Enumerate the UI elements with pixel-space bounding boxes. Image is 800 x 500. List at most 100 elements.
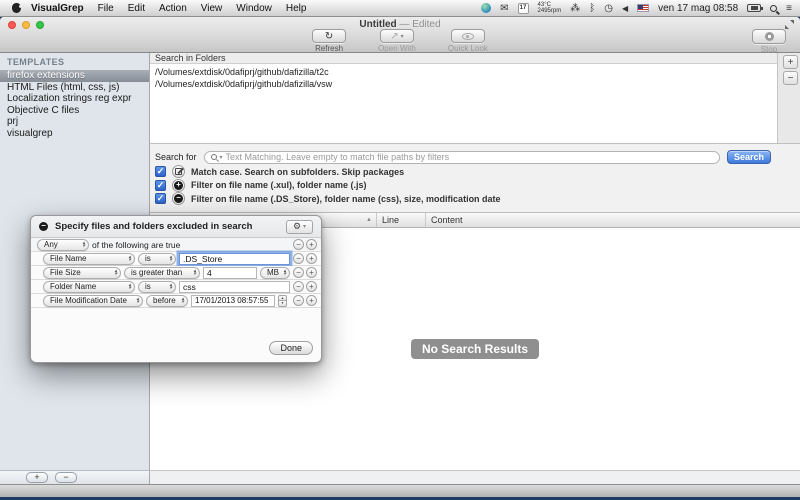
add-rule-button[interactable]: + xyxy=(306,253,317,264)
sort-ascending-icon: ▲ xyxy=(366,217,372,223)
horizontal-scroll-track[interactable] xyxy=(150,470,800,484)
exclude-filter-button[interactable]: − xyxy=(172,192,185,206)
edit-options-button[interactable] xyxy=(172,165,185,179)
remove-folder-button[interactable]: − xyxy=(783,71,798,85)
refresh-button[interactable]: ↻ Refresh xyxy=(312,29,347,53)
search-menu-caret-icon[interactable]: ▾ xyxy=(220,154,223,161)
popup-arrows-icon: ▴ ▾ xyxy=(128,281,131,291)
operator-popup[interactable]: is ▴ ▾ xyxy=(138,280,176,293)
rule-row-folder-name: Folder Name ▴▾ is ▴▾ − + xyxy=(31,280,321,294)
folder-path-row[interactable]: /Volumes/extdisk/0dafiprj/github/dafizil… xyxy=(150,78,777,90)
add-rule-button[interactable]: + xyxy=(306,281,317,292)
add-rule-button[interactable]: + xyxy=(306,267,317,278)
include-filter-button[interactable]: + xyxy=(172,178,185,192)
quick-look-button[interactable]: Quick Look xyxy=(448,29,488,53)
remove-rule-button[interactable]: − xyxy=(293,239,304,250)
menu-bar: VisualGrep File Edit Action View Window … xyxy=(0,0,800,17)
field-popup[interactable]: Folder Name ▴ ▾ xyxy=(43,280,135,293)
menu-window[interactable]: Window xyxy=(236,3,272,14)
gear-menu-button[interactable]: ⚙ ▾ xyxy=(286,219,313,234)
remove-rule-button[interactable]: − xyxy=(293,295,304,306)
popup-arrows-icon: ▴ ▾ xyxy=(169,281,172,291)
field-popup-value: File Name xyxy=(50,254,87,263)
search-input[interactable] xyxy=(225,152,713,162)
popup-arrows-icon: ▴ ▾ xyxy=(169,253,172,263)
title-bar[interactable]: Untitled — Edited ↻ Refresh ↗ ▾ Open Wit… xyxy=(0,17,800,54)
remove-template-button[interactable]: − xyxy=(55,472,77,483)
add-rule-button[interactable]: + xyxy=(306,239,317,250)
menu-action[interactable]: Action xyxy=(159,3,187,14)
chevron-down-icon: ▾ xyxy=(303,224,307,230)
folders-list[interactable]: /Volumes/extdisk/0dafiprj/github/dafizil… xyxy=(150,64,778,143)
operator-popup[interactable]: is greater than ▴ ▾ xyxy=(124,266,200,279)
sidebar-item-firefox-extensions[interactable]: firefox extensions xyxy=(0,70,149,82)
operator-popup[interactable]: is ▴ ▾ xyxy=(138,252,176,265)
bluetooth-icon[interactable]: ᛒ xyxy=(589,3,595,14)
add-folder-button[interactable]: + xyxy=(783,55,798,69)
remove-rule-button[interactable]: − xyxy=(293,281,304,292)
paw-status-icon[interactable]: ⁂ xyxy=(570,3,580,14)
folder-name-value-input[interactable] xyxy=(179,280,290,293)
plus-circle-icon: + xyxy=(174,180,183,190)
date-value-input[interactable] xyxy=(191,294,275,307)
remove-rule-button[interactable]: − xyxy=(293,253,304,264)
globe-status-icon[interactable] xyxy=(481,3,492,13)
menu-file[interactable]: File xyxy=(98,3,114,14)
stop-button[interactable]: Stop xyxy=(752,29,786,54)
include-filter-checkbox[interactable]: ✓ xyxy=(155,179,166,191)
add-template-button[interactable]: + xyxy=(26,472,48,483)
field-popup[interactable]: File Size ▴ ▾ xyxy=(43,266,121,279)
file-size-value-input[interactable] xyxy=(203,266,257,279)
battery-icon[interactable] xyxy=(747,4,764,12)
temperature-status[interactable]: 43°C 2495rpm xyxy=(538,2,562,14)
field-popup[interactable]: File Name ▴ ▾ xyxy=(43,252,135,265)
menu-app[interactable]: VisualGrep xyxy=(31,3,84,14)
menu-help[interactable]: Help xyxy=(286,3,307,14)
sidebar-item-visualgrep[interactable]: visualgrep xyxy=(0,128,149,140)
open-with-button[interactable]: ↗ ▾ Open With xyxy=(378,29,416,53)
notification-arrow-icon[interactable]: ◀ xyxy=(622,4,628,13)
sidebar-item-localization-strings[interactable]: Localization strings reg expr xyxy=(0,93,149,105)
compound-popup-value: Any xyxy=(44,240,58,249)
done-button[interactable]: Done xyxy=(269,341,313,355)
folders-header: Search in Folders xyxy=(150,53,778,64)
refresh-label: Refresh xyxy=(315,44,344,53)
popup-arrows-icon: ▴ ▾ xyxy=(114,267,117,277)
unit-popup[interactable]: MB ▴ ▾ xyxy=(260,266,290,279)
date-stepper[interactable]: ▴ ▾ xyxy=(278,294,287,307)
folder-path-row[interactable]: /Volumes/extdisk/0dafiprj/github/dafizil… xyxy=(150,66,777,78)
search-button[interactable]: Search xyxy=(727,150,771,164)
popup-arrows-icon: ▴ ▾ xyxy=(283,267,286,277)
match-case-checkbox[interactable]: ✓ xyxy=(155,166,166,178)
apple-menu-icon[interactable] xyxy=(12,3,22,13)
menu-view[interactable]: View xyxy=(201,3,223,14)
stepper-down-icon[interactable]: ▾ xyxy=(278,300,287,307)
column-header-line[interactable]: Line xyxy=(377,213,426,227)
popover-title: Specify files and folders excluded in se… xyxy=(55,221,253,232)
menu-clock[interactable]: ven 17 mag 08:58 xyxy=(658,3,738,14)
remove-rule-button[interactable]: − xyxy=(293,267,304,278)
notification-center-icon[interactable]: ≡ xyxy=(786,3,792,14)
operator-popup-value: before xyxy=(153,296,176,305)
add-rule-button[interactable]: + xyxy=(306,295,317,306)
exclude-filter-checkbox[interactable]: ✓ xyxy=(155,193,166,205)
field-popup[interactable]: File Modification Date ▴ ▾ xyxy=(43,294,143,307)
column-header-content[interactable]: Content xyxy=(426,213,800,227)
file-name-value-input[interactable] xyxy=(179,252,290,265)
spotlight-icon[interactable] xyxy=(770,4,778,12)
menu-edit[interactable]: Edit xyxy=(128,3,145,14)
sidebar-item-html-files[interactable]: HTML Files (html, css, js) xyxy=(0,82,149,94)
compound-popup[interactable]: Any ▴ ▾ xyxy=(37,238,89,251)
filter-panel: Search for ▾ Search ✓ Match case. Search… xyxy=(150,144,800,212)
fullscreen-icon[interactable] xyxy=(785,20,794,29)
input-language-flag-icon[interactable] xyxy=(637,4,650,12)
minus-circle-icon: − xyxy=(174,194,183,204)
time-machine-icon[interactable]: ◷ xyxy=(604,3,613,14)
search-field[interactable]: ▾ xyxy=(203,150,720,164)
sidebar-item-objective-c[interactable]: Objective C files xyxy=(0,105,149,117)
mail-status-icon[interactable]: ✉ xyxy=(500,3,508,14)
sidebar-item-prj[interactable]: prj xyxy=(0,116,149,128)
calendar-status-icon[interactable]: 17 xyxy=(517,2,529,14)
operator-popup[interactable]: before ▴ ▾ xyxy=(146,294,188,307)
popup-arrows-icon: ▴ ▾ xyxy=(193,267,196,277)
